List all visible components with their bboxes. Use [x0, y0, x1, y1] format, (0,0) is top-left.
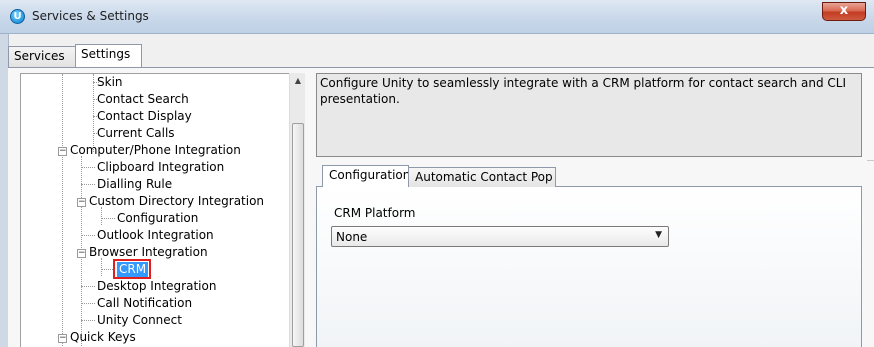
tree-scrollbar[interactable]: ▲ [289, 73, 305, 347]
crm-highlight-box: CRM [113, 259, 151, 279]
description-box: Configure Unity to seamlessly integrate … [316, 73, 862, 157]
tree-item-quick-keys[interactable]: Quick Keys [70, 330, 136, 345]
collapse-icon[interactable]: − [58, 334, 67, 343]
divider [867, 160, 874, 161]
crm-platform-dropdown[interactable]: None ▼ [331, 226, 669, 247]
chevron-down-icon: ▼ [655, 230, 662, 240]
settings-tree[interactable]: − − − − Skin Contact Search Contact Disp… [20, 73, 300, 347]
scrollbar-thumb[interactable] [292, 123, 304, 347]
tree-item-crm[interactable]: CRM [117, 262, 149, 277]
collapse-icon[interactable]: − [77, 198, 86, 207]
tree-item-outlook-integration[interactable]: Outlook Integration [97, 228, 214, 243]
collapse-icon[interactable]: − [77, 249, 86, 258]
tree-item-configuration[interactable]: Configuration [117, 211, 198, 226]
tree-item-call-notification[interactable]: Call Notification [97, 296, 192, 311]
tree-item-dialling-rule[interactable]: Dialling Rule [97, 177, 172, 192]
tree-item-unity-connect[interactable]: Unity Connect [97, 313, 182, 328]
unity-app-icon: U [10, 9, 25, 24]
title-bar[interactable]: U Services & Settings x [0, 0, 874, 34]
tree-item-skin[interactable]: Skin [97, 75, 123, 90]
scroll-up-arrow-icon[interactable]: ▲ [290, 73, 306, 89]
tree-item-desktop-integration[interactable]: Desktop Integration [97, 279, 216, 294]
tab-configuration[interactable]: Configuration [322, 165, 410, 187]
tab-services[interactable]: Services [8, 46, 76, 67]
tree-item-clipboard-integration[interactable]: Clipboard Integration [97, 160, 224, 175]
window-title: Services & Settings [32, 9, 149, 23]
crm-platform-label: CRM Platform [334, 206, 416, 220]
close-button[interactable]: x [822, 2, 866, 21]
tree-item-browser-integration[interactable]: Browser Integration [89, 245, 208, 260]
crm-platform-value: None [336, 230, 368, 244]
collapse-icon[interactable]: − [58, 147, 67, 156]
tab-automatic-contact-pop[interactable]: Automatic Contact Pop [408, 167, 556, 187]
tree-item-contact-search[interactable]: Contact Search [97, 92, 189, 107]
tree-item-computer-phone-integration[interactable]: Computer/Phone Integration [70, 143, 241, 158]
tab-settings[interactable]: Settings [75, 44, 142, 67]
tree-item-contact-display[interactable]: Contact Display [97, 109, 192, 124]
tree-item-current-calls[interactable]: Current Calls [97, 126, 175, 141]
tree-item-custom-directory-integration[interactable]: Custom Directory Integration [89, 194, 264, 209]
